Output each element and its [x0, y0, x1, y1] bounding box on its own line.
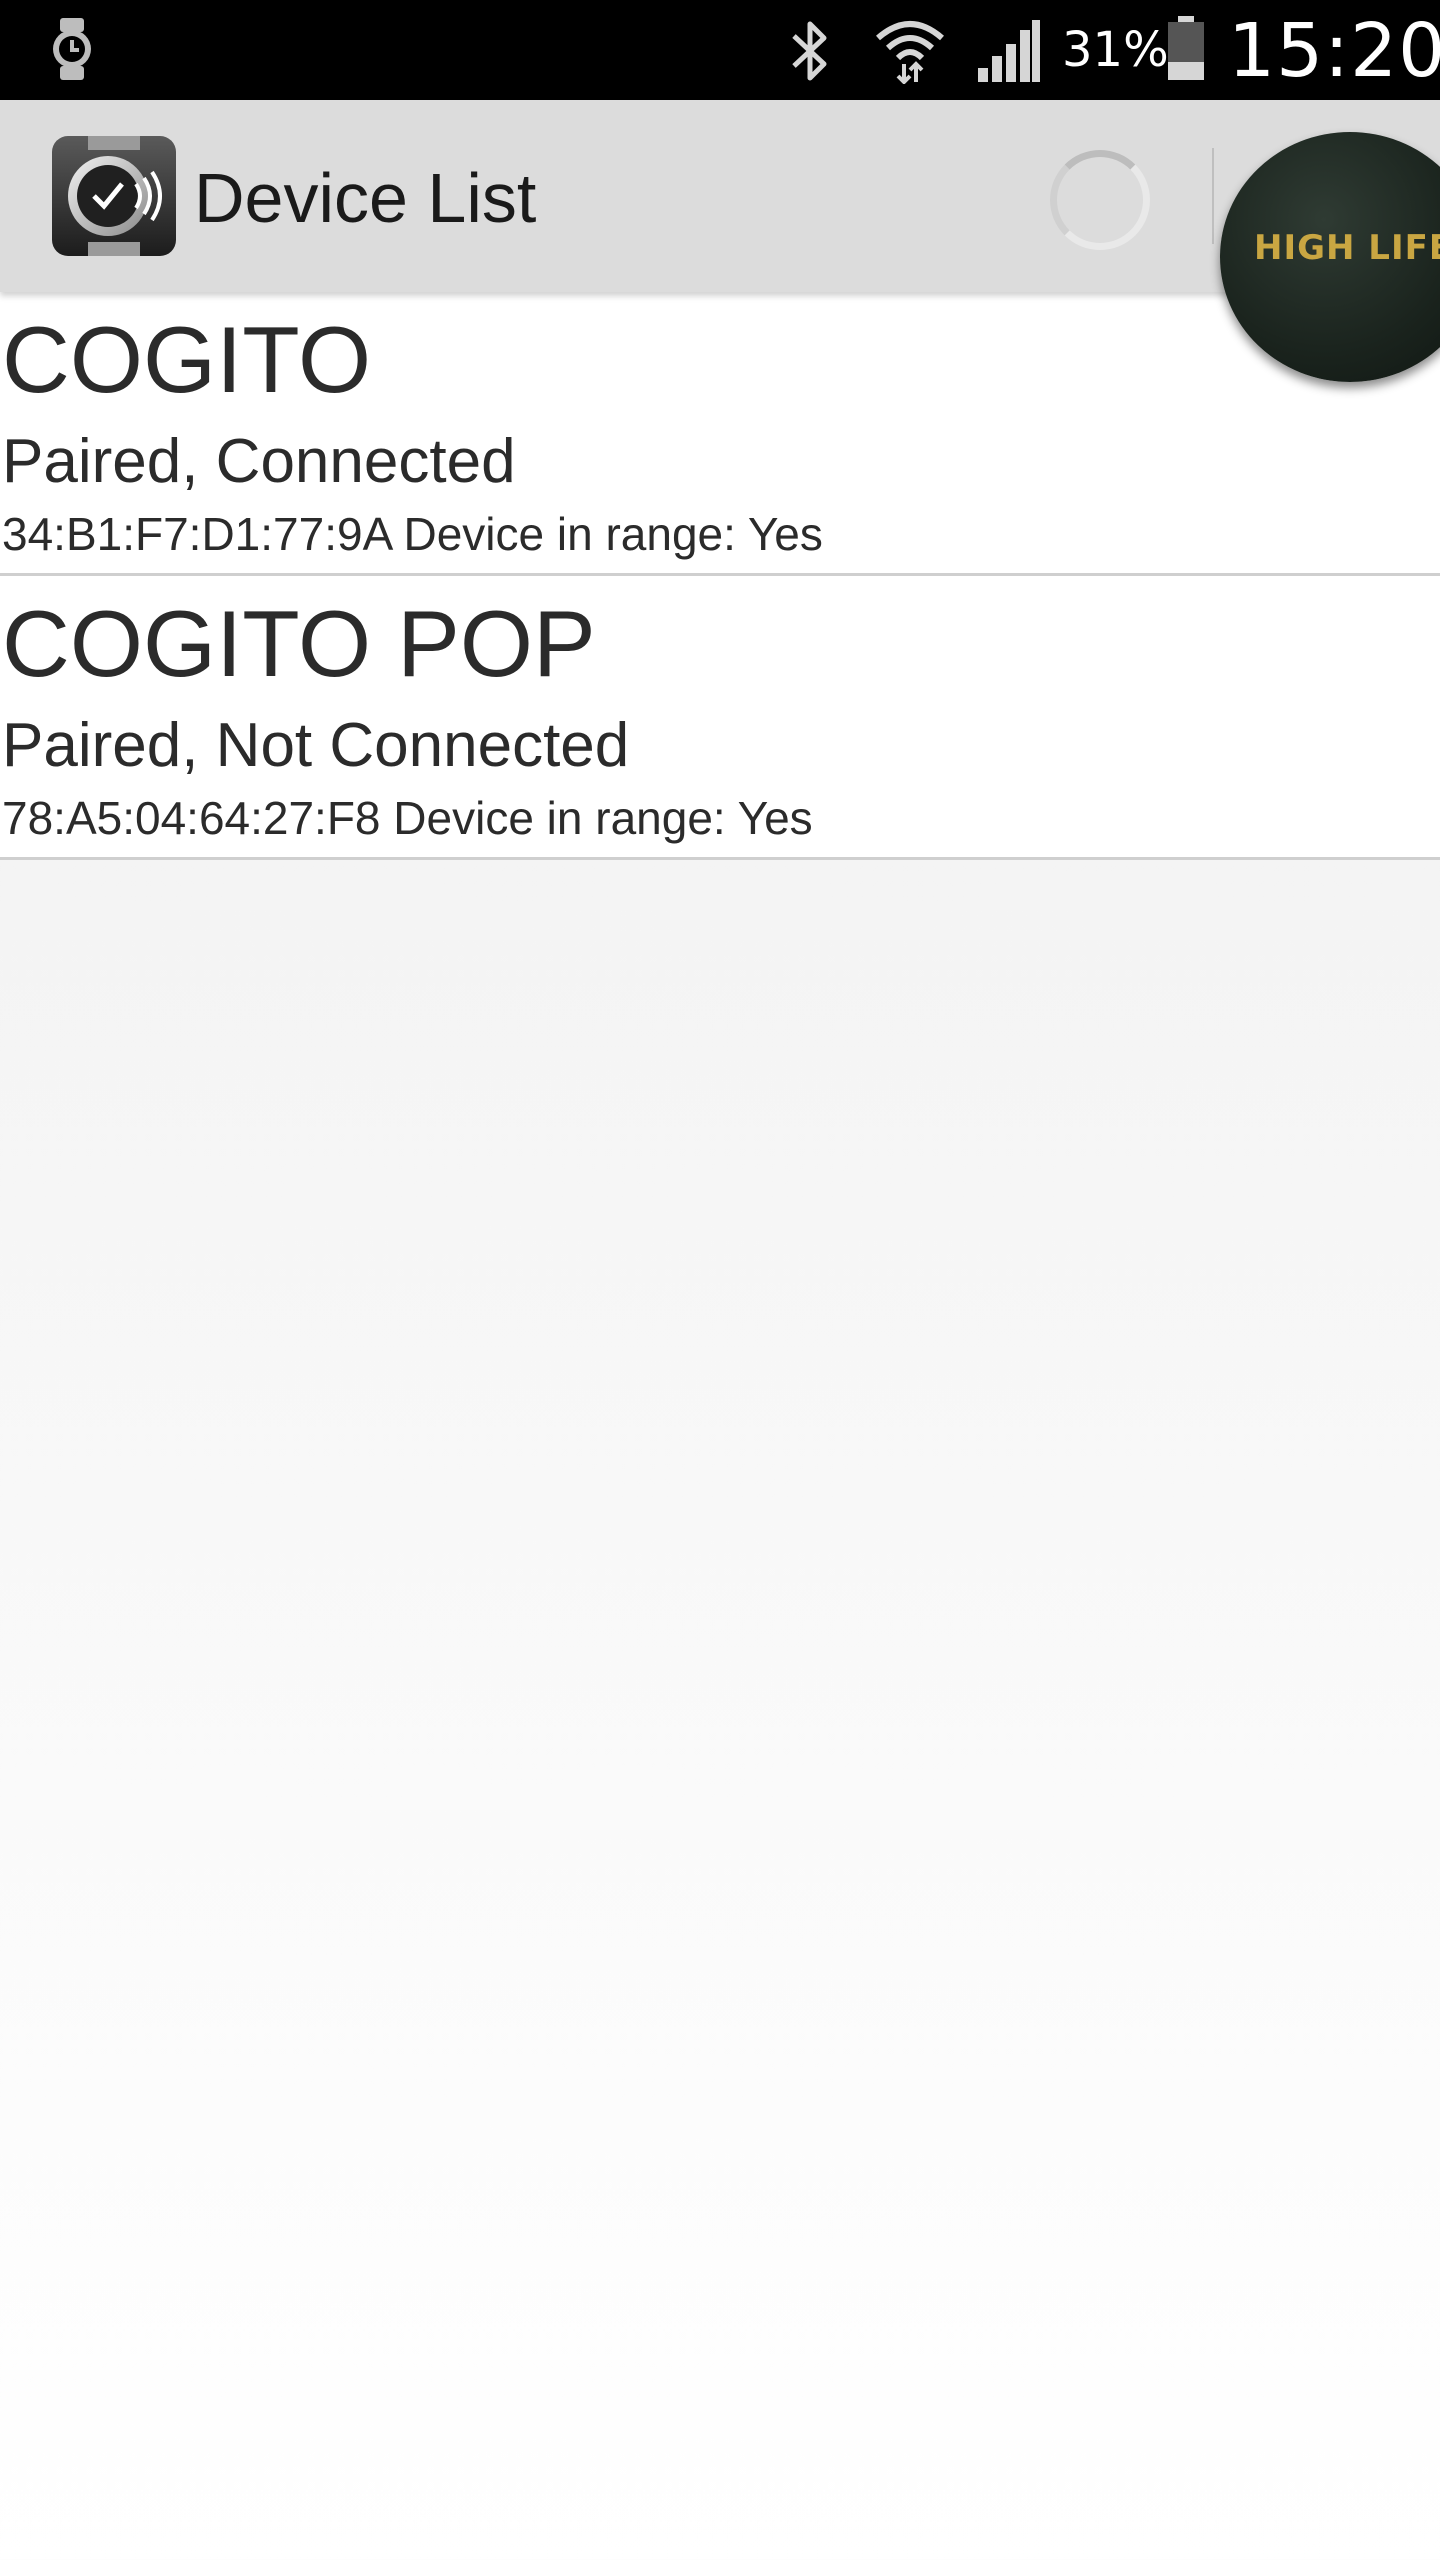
clock: 15:20 — [1228, 8, 1440, 94]
device-list: COGITO Paired, Connected 34:B1:F7:D1:77:… — [0, 292, 1440, 860]
device-list-item[interactable]: COGITO POP Paired, Not Connected 78:A5:0… — [0, 576, 1440, 860]
device-info: 34:B1:F7:D1:77:9A Device in range: Yes — [2, 508, 823, 560]
status-bar: 31% 15:20 — [0, 0, 1440, 100]
app-bar: Device List HIGH LIFE — [0, 100, 1440, 382]
device-status: Paired, Connected — [2, 427, 516, 496]
device-status: Paired, Not Connected — [2, 711, 630, 780]
battery-icon — [1168, 16, 1204, 80]
watch-notification-icon — [53, 18, 91, 80]
device-list-item[interactable]: COGITO Paired, Connected 34:B1:F7:D1:77:… — [0, 292, 1440, 576]
device-name: COGITO POP — [2, 591, 596, 696]
bluetooth-icon — [792, 21, 827, 81]
cell-signal-icon — [978, 20, 1040, 82]
battery-percentage: 31% — [1062, 22, 1169, 78]
page-title: Device List — [194, 159, 537, 237]
loading-spinner-icon — [1050, 150, 1150, 250]
device-name: COGITO — [2, 307, 372, 412]
wifi-icon — [876, 21, 944, 84]
app-bar-divider — [1212, 148, 1214, 244]
watch-app-logo-icon[interactable] — [50, 134, 178, 258]
device-info: 78:A5:04:64:27:F8 Device in range: Yes — [2, 792, 813, 844]
badge-logo-text: HIGH LIFE — [1254, 228, 1440, 268]
